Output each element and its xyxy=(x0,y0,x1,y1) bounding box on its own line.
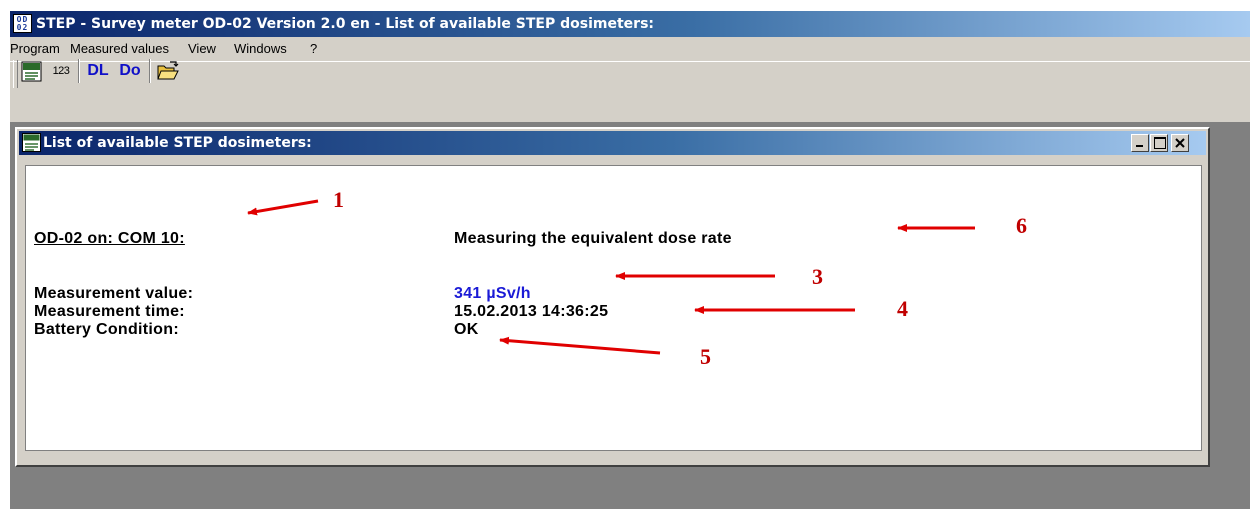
measurement-mode: Measuring the equivalent dose rate xyxy=(454,230,732,247)
callout-3: 3 xyxy=(812,264,823,289)
dosimeter-list-window: List of available STEP dosimeters: OD-02… xyxy=(15,127,1210,467)
toolbar-separator xyxy=(149,59,151,83)
dl-button[interactable]: DL xyxy=(84,59,112,83)
close-button[interactable] xyxy=(1171,134,1189,152)
menu-windows[interactable]: Windows xyxy=(234,41,287,57)
close-icon xyxy=(1175,138,1185,148)
menu-program[interactable]: Program xyxy=(10,41,60,57)
do-button[interactable]: Do xyxy=(116,59,144,83)
port-label[interactable]: OD-02 on: COM 10: xyxy=(34,230,185,248)
menu-bar: Program Measured values View Windows ? xyxy=(10,37,1250,61)
values-button[interactable]: 123 xyxy=(48,59,74,83)
menu-help[interactable]: ? xyxy=(310,41,317,57)
child-title-bar[interactable]: List of available STEP dosimeters: xyxy=(19,131,1206,155)
measurement-time-label: Measurement time: xyxy=(34,303,185,320)
menu-view[interactable]: View xyxy=(188,41,216,57)
callout-4: 4 xyxy=(897,296,908,321)
battery-label: Battery Condition: xyxy=(34,321,179,338)
open-folder-button[interactable] xyxy=(154,59,182,83)
maximize-icon xyxy=(1154,137,1166,149)
battery-value: OK xyxy=(454,321,479,338)
maximize-button[interactable] xyxy=(1150,134,1168,152)
menu-measured-values[interactable]: Measured values xyxy=(70,41,169,57)
measurement-time: 15.02.2013 14:36:25 xyxy=(454,303,609,320)
toolbar: 123 DL Do xyxy=(10,59,1250,122)
minimize-icon xyxy=(1136,145,1143,147)
measurement-value: 341 µSv/h xyxy=(454,285,531,302)
app-icon: OD 02 xyxy=(13,14,32,33)
info-button[interactable] xyxy=(18,59,44,83)
dosimeter-panel: OD-02 on: COM 10: Measuring the equivale… xyxy=(25,165,1202,451)
callout-1: 1 xyxy=(333,187,344,212)
callout-5: 5 xyxy=(700,344,711,369)
info-list-icon xyxy=(21,61,42,82)
callout-6: 6 xyxy=(1016,213,1027,238)
child-window-title: List of available STEP dosimeters: xyxy=(43,135,312,151)
title-bar[interactable]: OD 02 STEP - Survey meter OD-02 Version … xyxy=(10,11,1250,37)
measurement-value-label: Measurement value: xyxy=(34,285,194,302)
toolbar-separator xyxy=(78,59,80,83)
minimize-button[interactable] xyxy=(1131,134,1149,152)
main-window: OD 02 STEP - Survey meter OD-02 Version … xyxy=(10,11,1250,509)
open-folder-icon xyxy=(157,61,179,80)
window-title: STEP - Survey meter OD-02 Version 2.0 en… xyxy=(36,16,655,32)
info-list-icon xyxy=(22,133,41,152)
